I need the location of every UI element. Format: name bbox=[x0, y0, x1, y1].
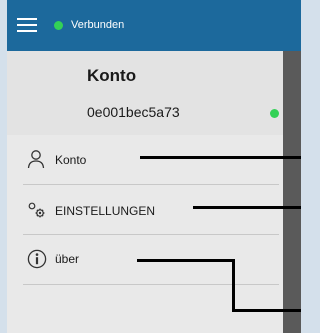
callout-line-konto bbox=[140, 156, 301, 159]
account-status-dot bbox=[270, 109, 279, 118]
menu-item-konto[interactable]: Konto bbox=[7, 135, 283, 185]
callout-line-ueber-h2 bbox=[232, 309, 301, 312]
person-icon bbox=[27, 150, 45, 169]
account-summary bbox=[7, 51, 283, 135]
gears-icon bbox=[28, 202, 45, 218]
hamburger-menu-icon[interactable] bbox=[17, 16, 37, 34]
callout-line-ueber-v bbox=[232, 259, 235, 312]
app-screen: Verbunden Konto 0e001bec5a73 Konto EINST… bbox=[7, 0, 301, 333]
side-panel-edge bbox=[283, 51, 301, 333]
connection-status-dot bbox=[54, 21, 63, 30]
connection-status-text: Verbunden bbox=[71, 19, 125, 31]
menu-item-einstellungen[interactable]: EINSTELLUNGEN bbox=[7, 185, 283, 235]
app-header: Verbunden bbox=[7, 0, 301, 51]
info-icon bbox=[27, 249, 47, 269]
menu-item-label: EINSTELLUNGEN bbox=[55, 204, 156, 218]
device-id: 0e001bec5a73 bbox=[87, 104, 180, 120]
menu-divider bbox=[23, 284, 279, 285]
callout-line-ueber-h1 bbox=[137, 259, 234, 262]
account-title: Konto bbox=[87, 66, 137, 85]
callout-line-einstellungen bbox=[193, 206, 301, 209]
menu-item-label: Konto bbox=[55, 153, 87, 167]
menu-item-label: über bbox=[55, 252, 80, 266]
